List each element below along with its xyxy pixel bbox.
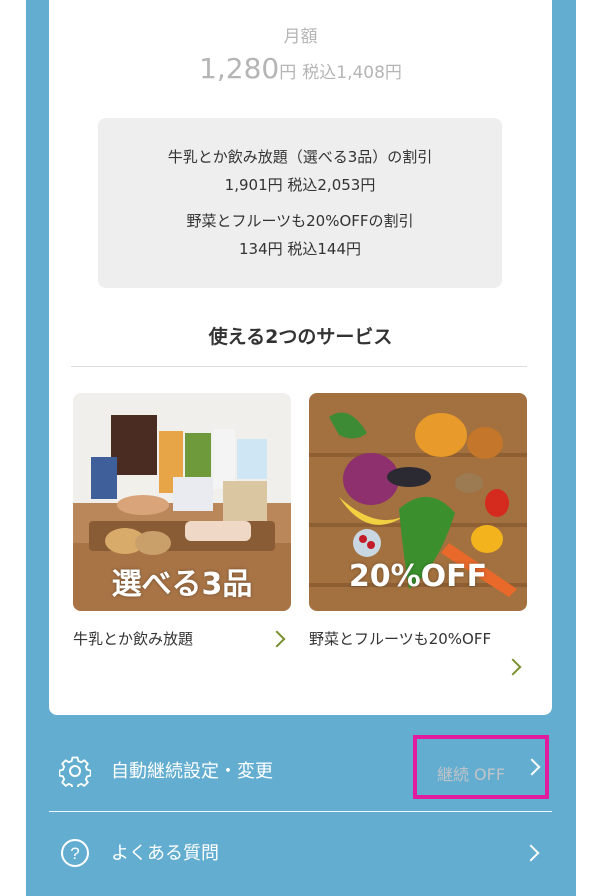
plan-card: 月額 1,280円 税込1,408円 牛乳とか飲み放題（選べる3品）の割引 1,9… bbox=[49, 0, 552, 715]
service-label: 野菜とフルーツも20%OFF bbox=[309, 630, 492, 648]
question-circle-icon: ? bbox=[61, 839, 89, 867]
chevron-right-icon bbox=[268, 630, 286, 648]
auto-renew-status: 継続 OFF bbox=[436, 765, 506, 784]
price: 1,280円 税込1,408円 bbox=[49, 52, 552, 85]
service-overlay-text: 選べる3品 bbox=[111, 567, 253, 602]
auto-renew-label: 自動継続設定・変更 bbox=[111, 761, 273, 782]
discount-milk-price: 1,901円 税込2,053円 bbox=[224, 176, 376, 194]
svg-text:?: ? bbox=[70, 844, 79, 863]
divider bbox=[71, 366, 527, 367]
faq-label: よくある質問 bbox=[111, 843, 219, 864]
vegetables-image: 20%OFF bbox=[309, 393, 527, 611]
monthly-label: 月額 bbox=[283, 27, 318, 47]
service-label: 牛乳とか飲み放題 bbox=[73, 630, 194, 648]
chevron-right-icon bbox=[504, 658, 522, 676]
discount-box: 牛乳とか飲み放題（選べる3品）の割引 1,901円 税込2,053円 野菜とフル… bbox=[98, 118, 502, 288]
milk-products-image: 選べる3品 bbox=[73, 393, 291, 611]
gear-icon bbox=[59, 756, 91, 787]
service-overlay-text: 20%OFF bbox=[348, 559, 488, 594]
discount-milk-title: 牛乳とか飲み放題（選べる3品）の割引 bbox=[167, 148, 433, 166]
chevron-right-icon bbox=[522, 844, 540, 862]
price-unit: 円 bbox=[279, 63, 297, 83]
discount-veg-title: 野菜とフルーツも20%OFFの割引 bbox=[186, 212, 414, 230]
services-title: 使える2つのサービス bbox=[208, 326, 393, 348]
auto-renew-row[interactable]: 自動継続設定・変更 継続 OFF bbox=[49, 730, 552, 814]
service-card-veg[interactable]: 20%OFF 野菜とフルーツも20%OFF bbox=[309, 393, 527, 676]
price-with-tax: 税込1,408円 bbox=[302, 63, 402, 83]
faq-row[interactable]: ? よくある質問 bbox=[49, 812, 552, 896]
price-amount: 1,280 bbox=[199, 52, 280, 85]
chevron-right-icon bbox=[523, 758, 541, 776]
service-card-milk[interactable]: 選べる3品 牛乳とか飲み放題 bbox=[73, 393, 291, 648]
auto-renew-status-highlight[interactable]: 継続 OFF bbox=[413, 735, 549, 799]
discount-veg-price: 134円 税込144円 bbox=[238, 240, 362, 258]
